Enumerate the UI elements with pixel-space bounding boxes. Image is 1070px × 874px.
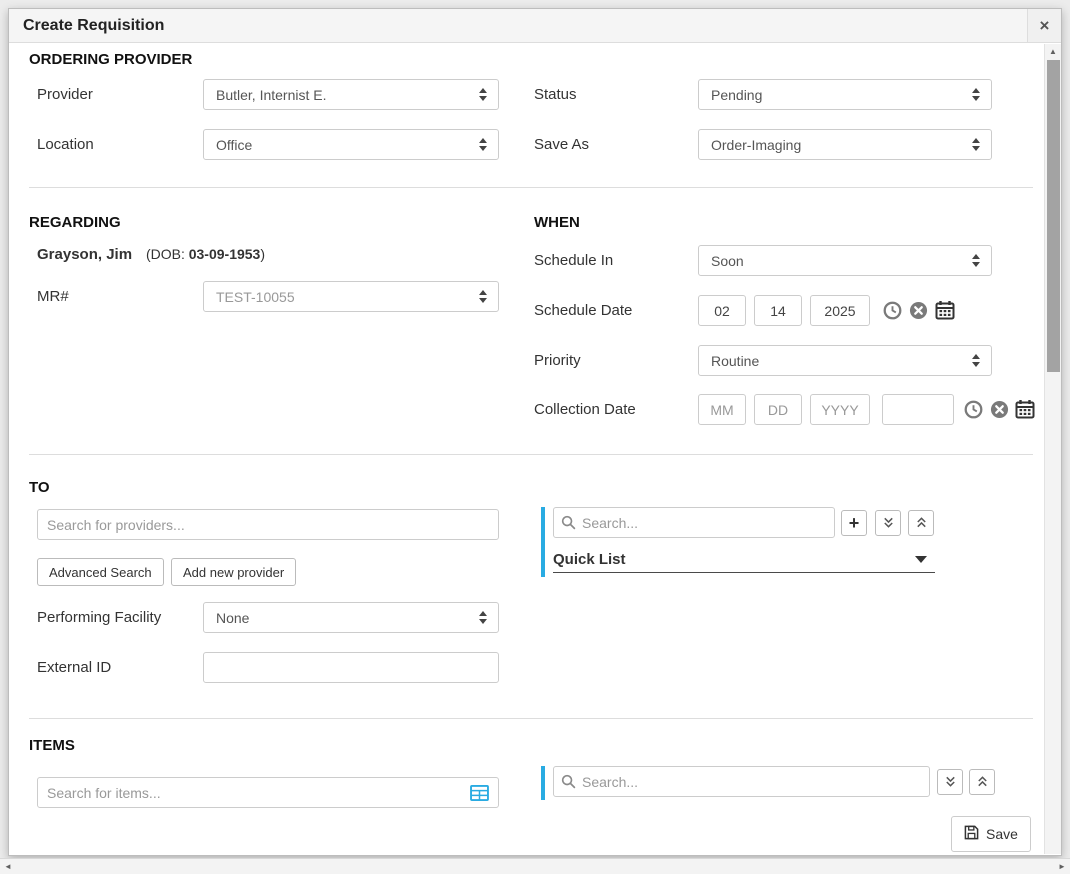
updown-caret-icon (971, 87, 981, 102)
to-heading: TO (29, 479, 50, 496)
items-expand-all-button[interactable] (937, 769, 963, 795)
provider-search-input[interactable] (37, 509, 499, 540)
provider-select[interactable]: Butler, Internist E. (203, 79, 499, 110)
updown-caret-icon (478, 137, 488, 152)
mr-select[interactable]: TEST-10055 (203, 281, 499, 312)
double-chevron-up-icon (915, 514, 928, 532)
ordering-provider-heading: ORDERING PROVIDER (29, 51, 192, 68)
collection-date-day-input[interactable] (754, 394, 802, 425)
updown-caret-icon (478, 87, 488, 102)
priority-label: Priority (534, 345, 581, 376)
save-as-select[interactable]: Order-Imaging (698, 129, 992, 160)
provider-label: Provider (37, 79, 93, 110)
updown-caret-icon (478, 610, 488, 625)
double-chevron-down-icon (944, 773, 957, 791)
save-button[interactable]: Save (951, 816, 1031, 852)
quick-list-header[interactable]: Quick List (553, 546, 935, 573)
provider-quick-search-input[interactable] (553, 507, 835, 538)
schedule-in-select[interactable]: Soon (698, 245, 992, 276)
schedule-date-clock-icon[interactable] (883, 301, 902, 320)
when-heading: WHEN (534, 214, 580, 231)
section-divider (29, 718, 1033, 719)
expand-all-button[interactable] (875, 510, 901, 536)
schedule-date-year-input[interactable] (810, 295, 870, 326)
collection-date-clear-icon[interactable] (990, 400, 1009, 419)
double-chevron-down-icon (882, 514, 895, 532)
collapse-all-button[interactable] (908, 510, 934, 536)
items-heading: ITEMS (29, 737, 75, 754)
section-divider (29, 187, 1033, 188)
dialog-header: Create Requisition × (9, 9, 1061, 43)
save-disk-icon (964, 825, 979, 843)
double-chevron-up-icon (976, 773, 989, 791)
items-table-icon[interactable] (470, 785, 489, 801)
updown-caret-icon (971, 353, 981, 368)
scrollbar-thumb[interactable] (1047, 60, 1060, 372)
create-requisition-dialog: Create Requisition × ORDERING PROVIDER P… (8, 8, 1062, 856)
dialog-title: Create Requisition (23, 9, 164, 42)
search-icon (561, 774, 576, 794)
regarding-heading: REGARDING (29, 214, 121, 231)
quick-list-title: Quick List (553, 551, 626, 568)
search-icon (561, 515, 576, 535)
status-select[interactable]: Pending (698, 79, 992, 110)
performing-facility-select[interactable]: None (203, 602, 499, 633)
collection-date-calendar-icon[interactable] (1015, 399, 1035, 419)
collection-date-time-input[interactable] (882, 394, 954, 425)
plus-icon: + (849, 514, 860, 532)
location-select[interactable]: Office (203, 129, 499, 160)
horizontal-scrollbar[interactable]: ◄ ► (0, 858, 1070, 874)
scroll-right-arrow[interactable]: ► (1054, 859, 1070, 874)
patient-name: Grayson, Jim (37, 246, 132, 263)
items-search-input[interactable] (37, 777, 499, 808)
caret-down-icon (915, 556, 927, 563)
mr-label: MR# (37, 281, 69, 312)
scroll-left-arrow[interactable]: ◄ (0, 859, 16, 874)
items-quick-search-input[interactable] (553, 766, 930, 797)
performing-facility-label: Performing Facility (37, 602, 161, 633)
collection-date-clock-icon[interactable] (964, 400, 983, 419)
add-to-quick-list-button[interactable]: + (841, 510, 867, 536)
schedule-date-clear-icon[interactable] (909, 301, 928, 320)
add-new-provider-button[interactable]: Add new provider (171, 558, 296, 586)
vertical-scrollbar[interactable]: ▲ (1044, 44, 1061, 854)
items-quick-list-panel (541, 766, 996, 800)
external-id-label: External ID (37, 652, 111, 683)
updown-caret-icon (478, 289, 488, 304)
scroll-up-arrow[interactable]: ▲ (1045, 44, 1061, 60)
location-label: Location (37, 129, 94, 160)
close-button[interactable]: × (1027, 9, 1061, 42)
schedule-date-label: Schedule Date (534, 295, 632, 326)
priority-select[interactable]: Routine (698, 345, 992, 376)
schedule-date-month-input[interactable] (698, 295, 746, 326)
collection-date-month-input[interactable] (698, 394, 746, 425)
items-collapse-all-button[interactable] (969, 769, 995, 795)
schedule-date-calendar-icon[interactable] (935, 300, 955, 320)
updown-caret-icon (971, 253, 981, 268)
collection-date-year-input[interactable] (810, 394, 870, 425)
updown-caret-icon (971, 137, 981, 152)
advanced-search-button[interactable]: Advanced Search (37, 558, 164, 586)
section-divider (29, 454, 1033, 455)
save-as-label: Save As (534, 129, 589, 160)
patient-line: Grayson, Jim (DOB: 03-09-1953) (37, 246, 265, 263)
collection-date-label: Collection Date (534, 394, 636, 425)
close-icon: × (1040, 16, 1050, 36)
schedule-in-label: Schedule In (534, 245, 613, 276)
status-label: Status (534, 79, 577, 110)
schedule-date-day-input[interactable] (754, 295, 802, 326)
items-search-wrap (37, 777, 499, 808)
provider-quick-list-panel: + Quick List (541, 507, 936, 577)
external-id-input[interactable] (203, 652, 499, 683)
patient-dob: (DOB: 03-09-1953) (146, 246, 265, 262)
